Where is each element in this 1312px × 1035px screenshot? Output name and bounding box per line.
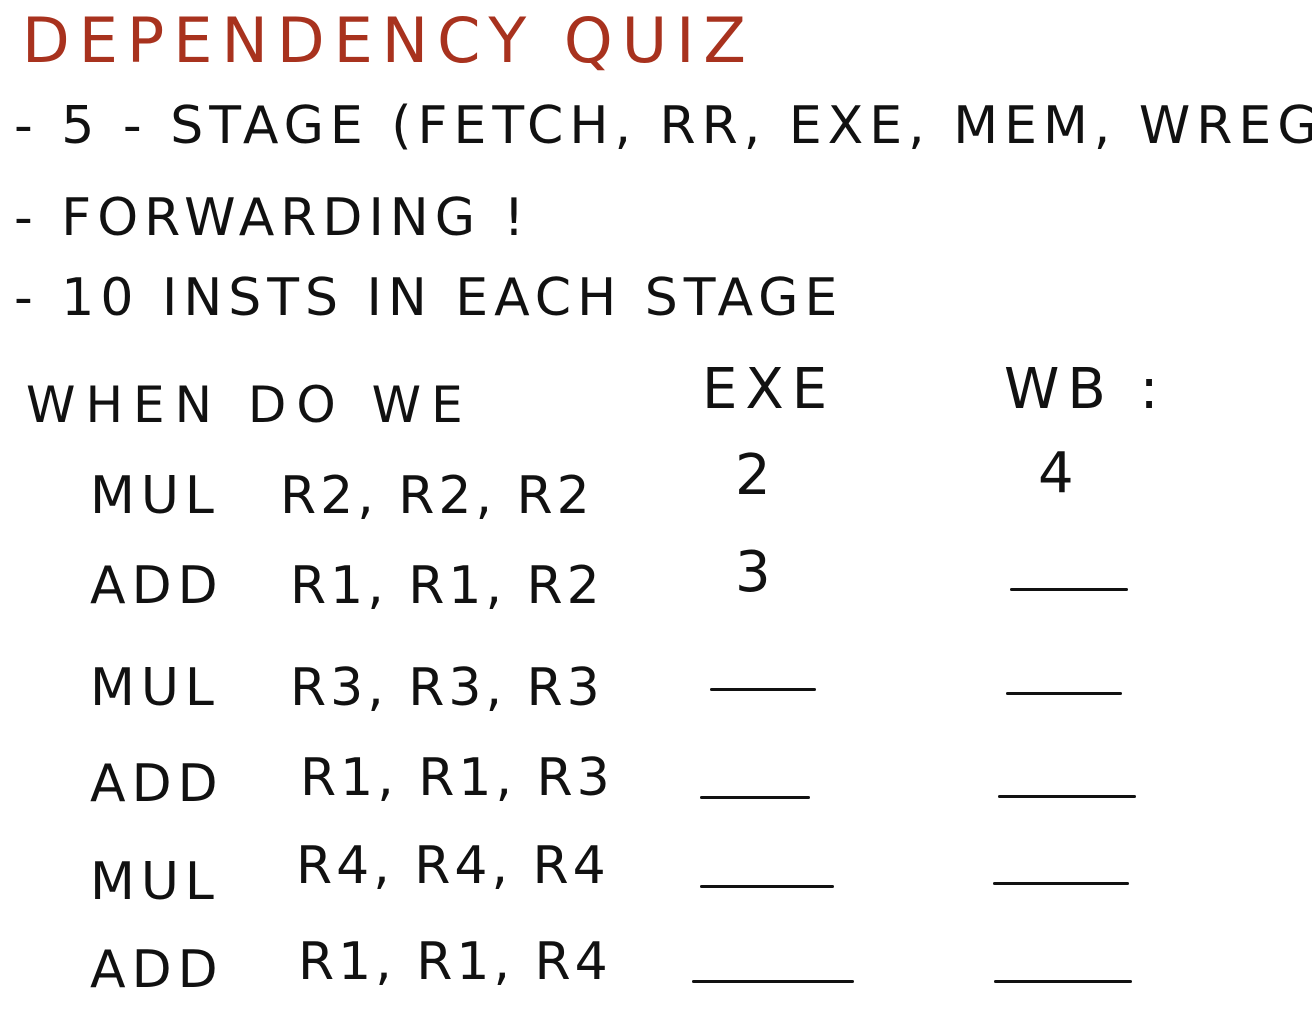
column-header-wb: WB :	[1004, 357, 1167, 422]
instruction-opcode: ADD	[90, 754, 224, 814]
instruction-opcode: MUL	[90, 658, 220, 718]
question-text: WHEN DO WE	[26, 376, 473, 434]
exe-answer-blank[interactable]	[692, 980, 854, 983]
bullet-insts-per-stage: - 10 INSTS IN EACH STAGE	[14, 268, 844, 328]
instruction-operands: R3, R3, R3	[290, 658, 604, 718]
exe-answer-blank[interactable]	[710, 688, 816, 691]
exe-cycle-answer: 2	[735, 443, 777, 508]
wb-answer-blank[interactable]	[993, 882, 1129, 885]
exe-answer-blank[interactable]	[700, 796, 810, 799]
instruction-opcode: ADD	[90, 940, 224, 1000]
instruction-operands: R1, R1, R2	[290, 556, 604, 616]
instruction-operands: R2, R2, R2	[280, 466, 594, 526]
exe-cycle-answer: 3	[735, 540, 777, 605]
bullet-pipeline-stages: - 5 - STAGE (FETCH, RR, EXE, MEM, WREG)	[14, 96, 1312, 156]
bullet-forwarding: - FORWARDING !	[14, 188, 531, 248]
column-header-exe: EXE	[702, 357, 836, 422]
instruction-opcode: MUL	[90, 466, 220, 526]
quiz-title: DEPENDENCY QUIZ	[22, 4, 755, 77]
instruction-operands: R1, R1, R4	[298, 932, 612, 992]
wb-answer-blank[interactable]	[998, 795, 1136, 798]
instruction-operands: R1, R1, R3	[300, 748, 614, 808]
instruction-opcode: ADD	[90, 556, 224, 616]
wb-cycle-answer: 4	[1038, 441, 1080, 506]
instruction-operands: R4, R4, R4	[296, 836, 610, 896]
wb-answer-blank[interactable]	[994, 980, 1132, 983]
instruction-opcode: MUL	[90, 852, 220, 912]
wb-answer-blank[interactable]	[1010, 588, 1128, 591]
wb-answer-blank[interactable]	[1006, 692, 1122, 695]
exe-answer-blank[interactable]	[700, 885, 834, 888]
